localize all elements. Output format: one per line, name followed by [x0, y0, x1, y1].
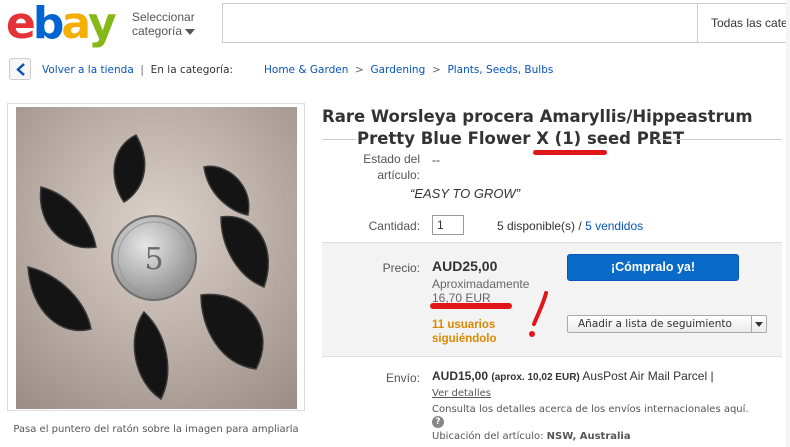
watchers-line2: siguiéndolo: [432, 333, 497, 345]
price-value: AUD25,00: [432, 258, 498, 274]
annotation-exclamation-mark: [529, 291, 548, 337]
category-selector-line2: categoría: [132, 24, 183, 38]
category-selector[interactable]: Seleccionar categoría: [132, 10, 196, 38]
chevron-down-icon[interactable]: [751, 316, 766, 332]
listing-title-line1: Rare Worsleya procera Amaryllis/Hippeast…: [322, 107, 753, 126]
tagline: “EASY TO GROW”: [410, 186, 521, 201]
item-location-value: NSW, Australia: [546, 431, 631, 442]
chevron-left-icon: [16, 63, 25, 76]
annotation-underline-seed: [533, 150, 607, 155]
annotation-underline-price: [430, 303, 512, 309]
shipping-cost: AUD15,00: [432, 369, 489, 383]
help-icon[interactable]: ?: [432, 416, 444, 428]
svg-text:5: 5: [144, 242, 163, 277]
product-image-panel: 5: [7, 103, 305, 411]
price-label: Precio:: [382, 261, 420, 275]
logo-letter-y: y: [88, 0, 117, 49]
shipping-label: Envío:: [385, 371, 420, 385]
quantity-input[interactable]: 1: [432, 215, 464, 235]
search-input[interactable]: [222, 3, 698, 43]
scrollbar[interactable]: [786, 0, 790, 447]
add-to-watchlist-label: Añadir a lista de seguimiento: [578, 318, 732, 330]
condition-value: --: [432, 153, 440, 167]
in-category-label: En la categoría:: [150, 64, 234, 76]
item-location: Ubicación del artículo: NSW, Australia: [432, 430, 631, 443]
watchers-count: 11 usuarios siguiéndolo: [432, 318, 497, 346]
logo-letter-e: e: [6, 0, 36, 49]
seeds-and-coin-photo: 5: [16, 107, 297, 409]
condition-label: Estado del artículo:: [363, 152, 420, 182]
availability-text: 5 disponible(s) / 5 vendidos: [497, 218, 643, 234]
item-location-label: Ubicación del artículo:: [432, 431, 544, 442]
shipping-service: AusPost Air Mail Parcel |: [582, 369, 714, 383]
product-image[interactable]: 5: [16, 107, 297, 409]
shipping-details-link[interactable]: Ver detalles: [432, 387, 491, 400]
available-count: 5 disponible(s): [497, 219, 576, 233]
shipping-summary: AUD15,00 (aprox. 10,02 EUR) AusPost Air …: [432, 369, 714, 383]
breadcrumb-chevron: >: [428, 64, 445, 76]
back-arrow-button[interactable]: [9, 58, 31, 80]
add-to-watchlist-button[interactable]: Añadir a lista de seguimiento: [567, 315, 767, 333]
breadcrumb-chevron: >: [351, 64, 368, 76]
category-selector-line1: Seleccionar: [132, 10, 195, 24]
back-to-store-link[interactable]: Volver a la tienda: [42, 64, 134, 76]
image-hover-caption: Pasa el puntero del ratón sobre la image…: [13, 424, 299, 435]
title-divider-left: [322, 139, 356, 140]
breadcrumb-separator: |: [137, 64, 148, 76]
ebay-logo[interactable]: ebay: [6, 0, 117, 49]
shipping-approx: (aprox. 10,02 EUR): [491, 372, 580, 383]
breadcrumb-item-gardening[interactable]: Gardening: [371, 64, 426, 76]
logo-letter-a: a: [61, 0, 91, 49]
price-approx-label: Aproximadamente: [432, 277, 530, 291]
search-category-dropdown[interactable]: Todas las categorías: [698, 3, 790, 43]
intl-shipping-text: Consulta los detalles acerca de los enví…: [432, 404, 749, 415]
watchers-line1: 11 usuarios: [432, 319, 496, 331]
availability-divider: /: [578, 219, 582, 233]
breadcrumb-item-plants-seeds-bulbs[interactable]: Plants, Seeds, Bulbs: [447, 64, 553, 76]
buy-now-button[interactable]: ¡Cómpralo ya!: [567, 254, 739, 281]
title-divider-right: [656, 139, 782, 140]
breadcrumb-path: Home & Garden > Gardening > Plants, Seed…: [264, 64, 553, 76]
intl-shipping-note: Consulta los detalles acerca de los enví…: [432, 403, 762, 429]
breadcrumb: Volver a la tienda | En la categoría:: [42, 64, 233, 76]
chevron-down-icon: [185, 28, 196, 35]
listing-title-line2: Pretty Blue Flower X (1) seed PRET: [357, 129, 685, 148]
breadcrumb-item-home-garden[interactable]: Home & Garden: [264, 64, 348, 76]
sold-count-link[interactable]: 5 vendidos: [585, 219, 643, 233]
logo-letter-b: b: [32, 0, 64, 49]
quantity-label: Cantidad:: [368, 219, 420, 233]
